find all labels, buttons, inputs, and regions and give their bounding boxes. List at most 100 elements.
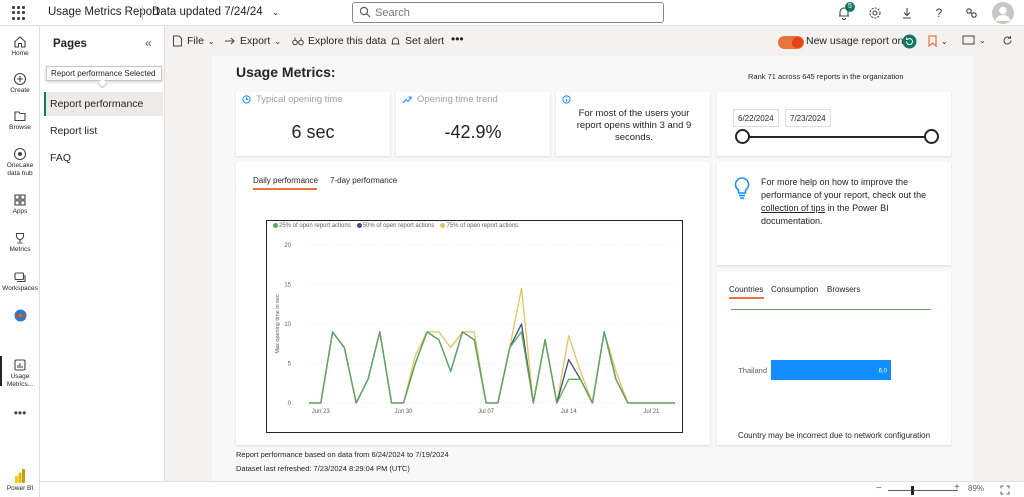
nav-browse[interactable]: Browse xyxy=(0,109,40,132)
chevron-down-icon: ⌄ xyxy=(979,35,986,45)
nav-apps[interactable]: Apps xyxy=(0,193,40,216)
data-updated-dropdown[interactable]: Data updated 7/24/24 ⌄ xyxy=(152,6,279,18)
tab-7day-performance[interactable]: 7-day performance xyxy=(330,176,397,185)
date-slider-start-handle[interactable] xyxy=(735,129,750,144)
workspaces-icon xyxy=(14,272,26,283)
kpi2-label: Opening time trend xyxy=(417,94,498,105)
start-date-input[interactable]: 6/22/2024 xyxy=(733,109,779,127)
country-bar-chart[interactable]: Thailand 6.0 xyxy=(717,315,951,425)
kpi-open-range[interactable]: For most of the users your report opens … xyxy=(556,92,710,156)
nav-fabric[interactable] xyxy=(0,308,40,323)
clock-icon xyxy=(242,95,251,104)
bar-data-label: 6.0 xyxy=(879,369,888,375)
reload-button[interactable] xyxy=(1002,35,1013,46)
kpi-label: Opening time trend xyxy=(402,94,498,105)
countries-card: Countries Consumption Browsers Thailand 6… xyxy=(717,271,951,445)
trend-up-icon xyxy=(402,96,412,104)
export-icon xyxy=(225,37,235,45)
view-menu[interactable]: ⌄ xyxy=(962,35,986,45)
nav-create[interactable]: Create xyxy=(0,72,40,95)
x-tick-label: Jul 21 xyxy=(643,409,660,415)
question-icon: ? xyxy=(935,6,943,20)
nav-usage-metrics[interactable]: Usage Metrics... xyxy=(0,358,40,389)
nav-label: Home xyxy=(11,50,29,57)
help-text: For more help on how to improve the perf… xyxy=(761,176,941,228)
nav-label: Power BI xyxy=(6,485,34,492)
left-navigation: Home Create Browse OneLake data hub Apps… xyxy=(0,26,40,497)
title-divider xyxy=(142,6,143,20)
nav-powerbi[interactable]: Power BI xyxy=(0,468,40,493)
gear-icon xyxy=(869,7,881,19)
zoom-out-icon[interactable]: − xyxy=(876,483,882,494)
active-tab-underline xyxy=(253,188,317,190)
bookmark-menu[interactable]: ⌄ xyxy=(928,35,948,47)
nav-metrics[interactable]: Metrics xyxy=(0,231,40,254)
collapse-pages-icon[interactable]: « xyxy=(145,36,152,50)
search-box[interactable] xyxy=(352,2,664,23)
date-range-slicer[interactable]: 6/22/2024 7/23/2024 xyxy=(717,92,951,156)
pages-pane: Pages « Report performance Selected Repo… xyxy=(40,26,165,481)
zoom-in-icon[interactable]: + xyxy=(954,482,960,493)
date-slider-end-handle[interactable] xyxy=(924,129,939,144)
nav-home[interactable]: Home xyxy=(0,35,40,58)
settings-button[interactable] xyxy=(866,4,884,22)
page-faq[interactable]: FAQ xyxy=(44,146,163,170)
end-date-input[interactable]: 7/23/2024 xyxy=(785,109,831,127)
data-updated-label: Data updated 7/24/24 xyxy=(152,6,263,18)
line-chart[interactable]: 0 5 10 15 20 Max opening time in sec Jun 23 Jun… xyxy=(267,221,682,432)
tab-daily-performance[interactable]: Daily performance xyxy=(253,176,318,185)
new-usage-label: New usage report on xyxy=(806,35,904,47)
pages-title: Pages xyxy=(53,38,87,50)
share-button[interactable] xyxy=(962,4,980,22)
x-tick-label: Jun 23 xyxy=(312,409,331,415)
series-line xyxy=(309,287,675,404)
file-menu[interactable]: File ⌄ xyxy=(172,35,215,47)
zoom-level: 89% xyxy=(968,484,985,493)
browse-icon xyxy=(14,111,26,122)
download-button[interactable] xyxy=(898,4,916,22)
tab-countries[interactable]: Countries xyxy=(729,285,763,294)
avatar[interactable] xyxy=(992,2,1014,24)
active-tab-underline xyxy=(729,297,764,299)
kpi-typical-opening-time[interactable]: Typical opening time 6 sec xyxy=(236,92,390,156)
zoom-slider-handle[interactable] xyxy=(911,486,914,495)
chevron-down-icon: ⌄ xyxy=(271,7,280,17)
page-report-performance[interactable]: Report performance xyxy=(44,92,163,116)
report-canvas: Usage Metrics: Rank 71 across 645 report… xyxy=(212,56,973,481)
new-usage-report-toggle[interactable] xyxy=(778,36,804,49)
app-launcher-icon[interactable] xyxy=(12,6,26,20)
report-title: Usage Metrics: xyxy=(236,64,336,80)
tab-browsers[interactable]: Browsers xyxy=(827,285,860,294)
date-slider-track[interactable] xyxy=(741,136,931,138)
set-alert-button[interactable]: Set alert xyxy=(390,35,444,47)
nav-onelake[interactable]: OneLake data hub xyxy=(0,147,40,178)
nav-label: Usage xyxy=(10,373,30,380)
notification-count-badge: 5 xyxy=(845,2,855,12)
top-bar: Usage Metrics Report Data updated 7/24/2… xyxy=(0,0,1024,26)
home-icon xyxy=(14,36,26,48)
export-menu[interactable]: Export ⌄ xyxy=(224,35,281,47)
explore-data-button[interactable]: Explore this data xyxy=(292,35,386,47)
tab-consumption[interactable]: Consumption xyxy=(771,285,818,294)
help-button[interactable]: ? xyxy=(930,4,948,22)
series-line xyxy=(309,331,675,404)
kpi-opening-time-trend[interactable]: Opening time trend -42.9% xyxy=(396,92,550,156)
footer-refresh-time: Dataset last refreshed: 7/23/2024 8:29:0… xyxy=(236,464,410,473)
page-report-list[interactable]: Report list xyxy=(44,119,163,143)
y-axis-label: Max opening time in sec xyxy=(275,294,281,354)
nav-workspaces[interactable]: Workspaces xyxy=(0,270,40,293)
kpi3-text: For most of the users your report opens … xyxy=(576,108,692,143)
refresh-button[interactable] xyxy=(902,34,917,49)
more-options-icon[interactable]: ••• xyxy=(0,406,40,420)
zoom-slider-track[interactable] xyxy=(888,490,958,491)
line-chart-frame: 25% of open report actions 50% of open r… xyxy=(266,220,683,433)
more-options-icon[interactable]: ••• xyxy=(451,32,464,46)
file-label: File xyxy=(187,35,204,47)
bell-icon xyxy=(391,37,400,44)
nav-label: Apps xyxy=(12,208,28,215)
fit-to-page-icon[interactable] xyxy=(1000,485,1010,495)
download-icon xyxy=(903,8,911,19)
notifications-button[interactable]: 5 xyxy=(835,2,855,22)
collection-of-tips-link[interactable]: collection of tips xyxy=(761,203,825,213)
search-input[interactable] xyxy=(375,5,655,20)
